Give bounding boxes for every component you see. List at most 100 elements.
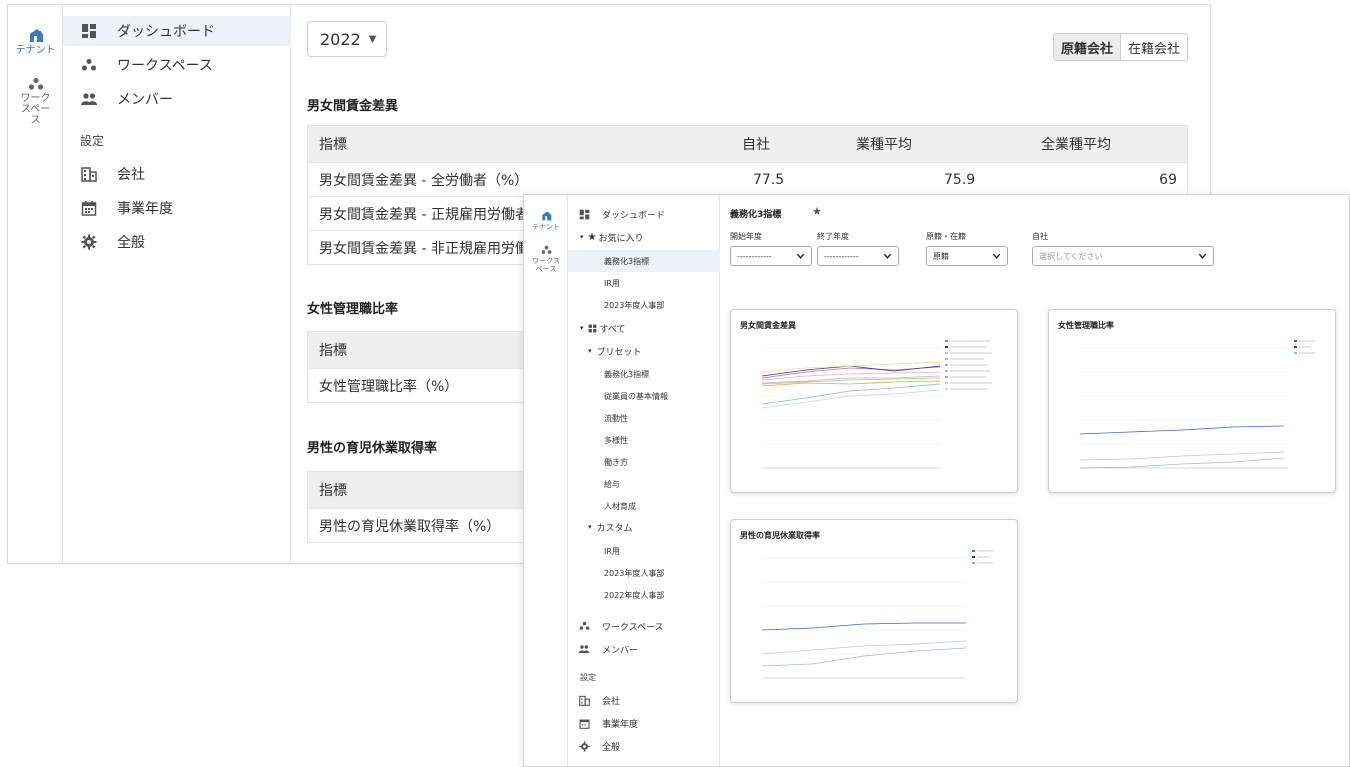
preset-item[interactable]: 義務化3指標 [568,363,720,385]
chart-card-wage-gap[interactable]: 男女間賃金差異 [730,309,1018,493]
custom-item[interactable]: IR用 [568,540,720,562]
preset-item[interactable]: 給与 [568,473,720,495]
company-select[interactable]: 選択してください [1032,246,1214,266]
tree-label: お気に入り [598,233,644,244]
toggle-current-company[interactable]: 在籍会社 [1121,34,1187,60]
tree-label: カスタム [596,523,633,534]
sidebar-item-workspace[interactable]: ワークスペース [568,615,720,637]
workspace-icon [28,77,43,90]
building-icon [578,695,590,706]
select-value: ------------ [824,251,859,261]
custom-item[interactable]: 2022年度人事部 [568,584,720,606]
dashboard-title: 義務化3指標 [730,210,782,220]
dashboard-icon [588,324,596,332]
custom-item-label: 2022年度人事部 [604,590,665,600]
col-own: 自社 [742,137,770,153]
card-title: 男性の育児休業取得率 [740,531,820,540]
calendar-icon [81,201,97,216]
chevron-down-icon [992,253,1001,259]
favorite-item[interactable]: 2023年度人事部 [568,294,720,316]
sidebar-item-general[interactable]: 全般 [63,227,291,257]
rail-workspace[interactable]: ワークスペース [524,245,568,273]
select-value: 原籍 [933,251,949,261]
favorite-item-label: IR用 [604,278,620,288]
cell-industry-avg: 75.9 [944,171,976,188]
favorite-item[interactable]: 義務化3指標 [568,250,720,272]
sidebar-item-dashboard[interactable]: ダッシュボード [568,203,720,225]
custom-item[interactable]: 2023年度人事部 [568,562,720,584]
dashboard-icon [82,24,96,38]
cell-indicator: 男女間賃金差異 - 正規雇用労働者 [319,206,529,223]
preset-item-label: 働き方 [604,457,628,467]
sidebar-item-dashboard[interactable]: ダッシュボード [63,16,291,46]
chevron-down-icon [796,253,805,259]
sidebar-item-company[interactable]: 会社 [63,159,291,189]
tree-preset[interactable]: ▾ プリセット [588,340,642,362]
tree-favorites[interactable]: ▾ ★ お気に入り [580,226,644,248]
star-icon[interactable]: ★ [812,205,822,218]
preset-item[interactable]: 人材育成 [568,495,720,517]
sidebar-item-company[interactable]: 会社 [568,689,720,711]
col-indicator: 指標 [319,483,347,499]
sidebar-item-label: メンバー [602,645,639,656]
filter-label-start-year: 開始年度 [730,232,762,241]
tree-custom[interactable]: ▾ カスタム [588,516,633,538]
sidebar-item-label: 会社 [602,696,621,707]
rail-workspace-label: ワークスペース [532,257,560,273]
workspace-icon [541,245,551,254]
chart-card-paternity-leave[interactable]: 男性の育児休業取得率 [730,519,1018,703]
cell-indicator: 男女間賃金差異 - 非正規雇用労働者 [319,240,543,257]
workspace-icon [579,621,589,630]
col-indicator: 指標 [319,343,347,359]
card-title: 男女間賃金差異 [740,321,796,330]
rail-tenant[interactable]: テナント [524,210,568,231]
tree-label: プリセット [596,347,642,358]
preset-item[interactable]: 働き方 [568,451,720,473]
cell-own: 77.5 [753,171,785,188]
tree-all[interactable]: ▾ すべて [580,317,626,339]
sidebar-item-fiscal-year[interactable]: 事業年度 [568,712,720,734]
filter-label-company: 自社 [1032,232,1048,241]
company-toggle: 原籍会社 在籍会社 [1052,33,1188,61]
house-icon [541,211,551,221]
sidebar-item-label: メンバー [117,92,173,108]
select-placeholder: 選択してください [1039,251,1103,261]
star-icon: ★ [587,231,597,243]
favorite-item-label: 2023年度人事部 [604,300,665,310]
sidebar: ダッシュボード ▾ ★ お気に入り 義務化3指標 IR用 2023年度人事部 ▾… [568,195,720,766]
sidebar-item-label: 全般 [117,235,145,251]
cell-all-industry-avg: 69 [1159,171,1177,188]
sidebar-item-label: 事業年度 [602,719,639,730]
rail-tenant[interactable]: テナント [8,27,63,56]
sidebar: ダッシュボード ワークスペース メンバー 設定 会社 事業年度 全般 [63,5,291,563]
section-title-paternity-leave: 男性の育児休業取得率 [307,441,438,456]
dashboard-icon [579,209,589,219]
rail-workspace-label: ワークスペース [20,93,51,126]
rail-workspace[interactable]: ワークスペース [8,77,63,126]
toggle-origin-company[interactable]: 原籍会社 [1053,34,1121,60]
sidebar-item-members[interactable]: メンバー [63,84,291,114]
year-select[interactable]: 2022 ▼ [307,21,387,57]
filter-label-end-year: 終了年度 [817,232,849,241]
chevron-down-icon [883,253,892,259]
preset-item[interactable]: 多様性 [568,429,720,451]
sidebar-item-workspace[interactable]: ワークスペース [63,50,291,80]
dashboard-main: 義務化3指標 ★ 開始年度 ------------ 終了年度 --------… [720,195,1349,766]
col-all-industry-avg: 全業種平均 [1041,137,1111,153]
sidebar-item-general[interactable]: 全般 [568,735,720,757]
start-year-select[interactable]: ------------ [730,246,812,266]
sidebar-item-label: 会社 [117,167,145,183]
cell-indicator: 男女間賃金差異 - 全労働者（%） [319,172,529,189]
chart-card-female-managers[interactable]: 女性管理職比率 [1048,309,1336,493]
sidebar-item-fiscal-year[interactable]: 事業年度 [63,193,291,223]
origin-select[interactable]: 原籍 [926,246,1008,266]
preset-item[interactable]: 従業員の基本情報 [568,385,720,407]
favorite-item[interactable]: IR用 [568,272,720,294]
sidebar-item-members[interactable]: メンバー [568,638,720,660]
card-title: 女性管理職比率 [1058,321,1114,330]
female-managers-chart [1079,340,1315,469]
section-title-wage-gap: 男女間賃金差異 [307,99,399,114]
preset-item[interactable]: 流動性 [568,407,720,429]
end-year-select[interactable]: ------------ [817,246,899,266]
building-icon [81,167,97,182]
